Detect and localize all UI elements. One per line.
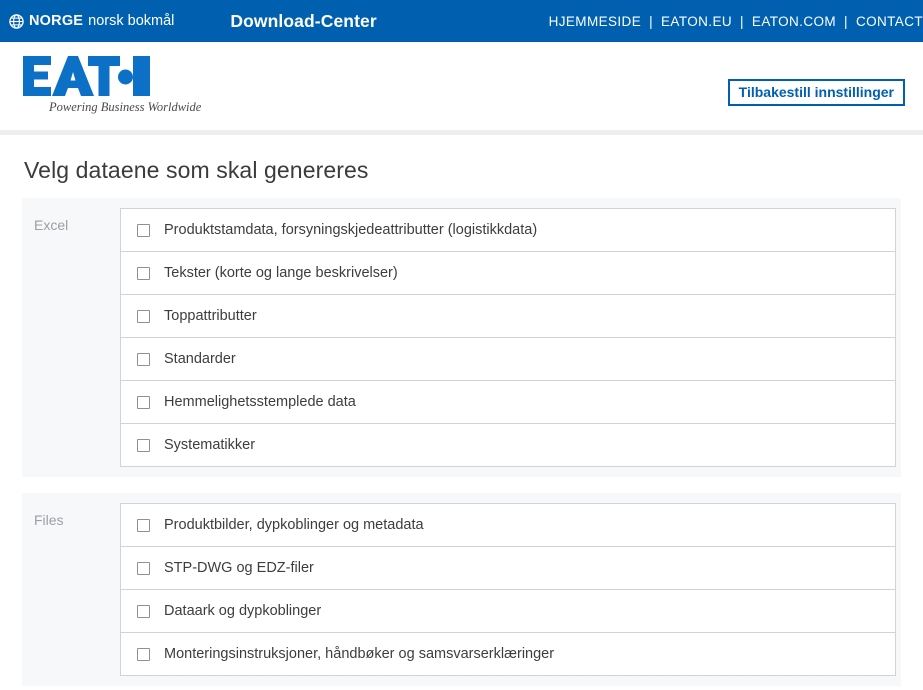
top-navigation: HJEMMESIDE | EATON.EU | EATON.COM | CONT… bbox=[549, 0, 923, 42]
checkbox-icon[interactable] bbox=[137, 223, 150, 237]
top-utility-bar: NORGE norsk bokmål Download-Center HJEMM… bbox=[0, 0, 923, 42]
section-files: Files Produktbilder, dypkoblinger og met… bbox=[22, 493, 901, 686]
list-item-label: Tekster (korte og lange beskrivelser) bbox=[164, 265, 398, 281]
site-title: Download-Center bbox=[230, 10, 377, 31]
checkbox-icon[interactable] bbox=[137, 352, 150, 366]
checkbox-icon[interactable] bbox=[137, 266, 150, 280]
globe-icon bbox=[9, 13, 24, 29]
nav-link-eaton-com[interactable]: EATON.COM bbox=[752, 14, 836, 29]
checkbox-icon[interactable] bbox=[137, 604, 150, 618]
main-content: Velg dataene som skal genereres Excel Pr… bbox=[0, 157, 923, 686]
list-item[interactable]: Toppattributter bbox=[121, 295, 895, 338]
section-label-files: Files bbox=[34, 512, 64, 528]
list-item-label: Standarder bbox=[164, 351, 236, 367]
list-item-label: Toppattributter bbox=[164, 308, 257, 324]
eaton-logo[interactable]: Powering Business Worldwide bbox=[22, 55, 232, 115]
checkbox-icon[interactable] bbox=[137, 438, 150, 452]
list-item-label: STP-DWG og EDZ-filer bbox=[164, 560, 314, 576]
checkbox-icon[interactable] bbox=[137, 395, 150, 409]
nav-link-contact[interactable]: CONTACT bbox=[856, 14, 923, 29]
header-divider bbox=[0, 130, 923, 135]
list-item[interactable]: Produktbilder, dypkoblinger og metadata bbox=[121, 504, 895, 547]
list-item-label: Dataark og dypkoblinger bbox=[164, 603, 322, 619]
reset-settings-button[interactable]: Tilbakestill innstillinger bbox=[727, 79, 905, 106]
checkbox-icon[interactable] bbox=[137, 561, 150, 575]
list-item-label: Hemmelighetsstemplede data bbox=[164, 394, 356, 410]
list-item[interactable]: Hemmelighetsstemplede data bbox=[121, 381, 895, 424]
list-item[interactable]: Dataark og dypkoblinger bbox=[121, 590, 895, 633]
list-item[interactable]: Systematikker bbox=[121, 424, 895, 467]
nav-separator: | bbox=[844, 13, 848, 29]
logo-tagline: Powering Business Worldwide bbox=[49, 100, 202, 114]
section-label-excel: Excel bbox=[34, 217, 69, 233]
checkbox-icon[interactable] bbox=[137, 518, 150, 532]
checkbox-list-excel: Produktstamdata, forsyningskjedeattribut… bbox=[120, 208, 896, 467]
nav-link-eaton-eu[interactable]: EATON.EU bbox=[661, 14, 732, 29]
list-item-label: Systematikker bbox=[164, 437, 256, 453]
nav-separator: | bbox=[740, 13, 744, 29]
eaton-logo-mark bbox=[23, 56, 150, 96]
section-excel: Excel Produktstamdata, forsyningskjedeat… bbox=[22, 198, 901, 477]
list-item-label: Produktbilder, dypkoblinger og metadata bbox=[164, 517, 424, 533]
nav-separator: | bbox=[649, 13, 654, 29]
list-item-label: Monteringsinstruksjoner, håndbøker og sa… bbox=[164, 646, 555, 662]
checkbox-icon[interactable] bbox=[137, 309, 150, 323]
list-item[interactable]: Standarder bbox=[121, 338, 895, 381]
checkbox-icon[interactable] bbox=[137, 647, 150, 661]
list-item[interactable]: STP-DWG og EDZ-filer bbox=[121, 547, 895, 590]
checkbox-list-files: Produktbilder, dypkoblinger og metadata … bbox=[120, 503, 896, 676]
list-item[interactable]: Produktstamdata, forsyningskjedeattribut… bbox=[121, 209, 895, 252]
brand-band: Powering Business Worldwide Tilbakestill… bbox=[0, 42, 923, 130]
locale-selector[interactable]: NORGE norsk bokmål bbox=[0, 13, 174, 29]
list-item[interactable]: Monteringsinstruksjoner, håndbøker og sa… bbox=[121, 633, 895, 676]
nav-link-hjemmeside[interactable]: HJEMMESIDE bbox=[549, 14, 642, 29]
page-title: Velg dataene som skal genereres bbox=[24, 157, 369, 183]
list-item[interactable]: Tekster (korte og lange beskrivelser) bbox=[121, 252, 895, 295]
language-label: norsk bokmål bbox=[88, 13, 175, 29]
list-item-label: Produktstamdata, forsyningskjedeattribut… bbox=[164, 222, 538, 238]
country-label: NORGE bbox=[29, 13, 84, 29]
